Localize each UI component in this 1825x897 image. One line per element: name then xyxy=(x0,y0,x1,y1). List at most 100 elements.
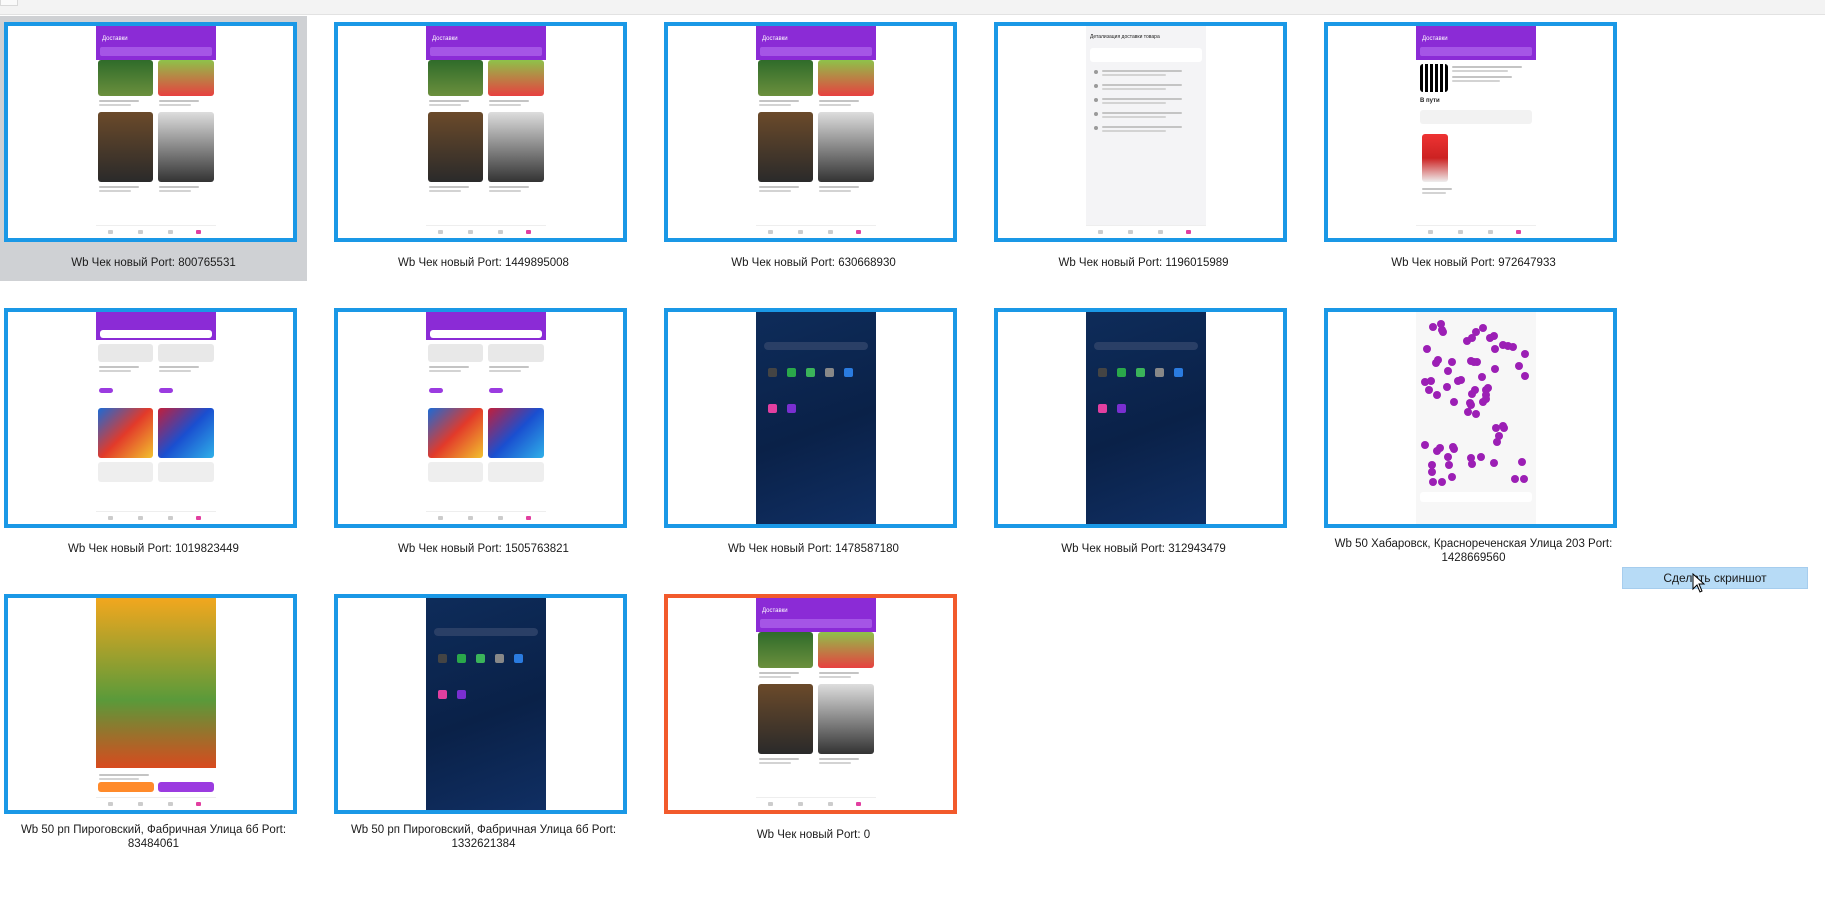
device-thumbnail[interactable]: Доставки xyxy=(334,22,627,242)
map-marker-icon[interactable] xyxy=(1438,477,1447,486)
home-screen-background xyxy=(1086,312,1206,524)
nav-icon xyxy=(856,802,861,806)
product-hero-image xyxy=(96,598,216,768)
map-marker-icon[interactable] xyxy=(1476,452,1485,461)
device-thumbnail[interactable] xyxy=(994,308,1287,528)
phone-header: Доставки xyxy=(1416,26,1536,60)
device-cell[interactable]: Wb Чек новый Port: 1478587180 xyxy=(660,302,967,567)
app-icon[interactable] xyxy=(1098,368,1107,377)
device-cell[interactable]: Доставки Wb Чек новый Port: 1449895008 xyxy=(330,16,637,281)
device-cell[interactable]: Wb 50 Хабаровск, Краснореченская Улица 2… xyxy=(1320,302,1627,567)
app-icon[interactable] xyxy=(825,368,834,377)
app-icon[interactable] xyxy=(1136,368,1145,377)
app-icon[interactable] xyxy=(768,404,777,413)
device-caption: Wb Чек новый Port: 1196015989 xyxy=(1058,257,1229,269)
app-icon[interactable] xyxy=(1117,404,1126,413)
map-marker-icon[interactable] xyxy=(1494,431,1503,440)
device-thumbnail[interactable]: Доставки xyxy=(664,22,957,242)
device-thumbnail[interactable] xyxy=(334,594,627,814)
map-marker-icon[interactable] xyxy=(1486,333,1495,342)
app-icon[interactable] xyxy=(844,368,853,377)
device-caption: Wb Чек новый Port: 1449895008 xyxy=(398,257,569,269)
product-image xyxy=(158,344,214,362)
device-thumbnail[interactable] xyxy=(1324,308,1617,528)
device-thumbnail[interactable] xyxy=(334,308,627,528)
device-cell[interactable]: Детализация доставки товара Wb Чек новый … xyxy=(990,16,1297,281)
app-icon[interactable] xyxy=(438,654,447,663)
map-marker-icon[interactable] xyxy=(1447,357,1456,366)
product-image xyxy=(98,60,153,96)
device-cell[interactable]: Wb 50 рп Пироговский, Фабричная Улица 6б… xyxy=(330,588,637,853)
nav-icon xyxy=(828,802,833,806)
map-marker-icon[interactable] xyxy=(1422,344,1431,353)
app-icon[interactable] xyxy=(495,654,504,663)
map-marker-icon[interactable] xyxy=(1428,323,1437,332)
nav-icon xyxy=(138,230,143,234)
text-line xyxy=(819,762,851,764)
top-tab[interactable] xyxy=(0,0,18,6)
device-cell[interactable]: Wb 50 рп Пироговский, Фабричная Улица 6б… xyxy=(0,588,307,853)
app-icon[interactable] xyxy=(787,368,796,377)
device-thumbnail[interactable] xyxy=(4,308,297,528)
device-cell[interactable]: Wb Чек новый Port: 1505763821 xyxy=(330,302,637,567)
app-icon[interactable] xyxy=(514,654,523,663)
device-cell[interactable]: Wb Чек новый Port: 1019823449 xyxy=(0,302,307,567)
map-marker-icon[interactable] xyxy=(1519,475,1528,484)
banner-image xyxy=(488,408,544,458)
app-icon[interactable] xyxy=(457,654,466,663)
app-icon[interactable] xyxy=(1117,368,1126,377)
phone-header: Доставки xyxy=(96,26,216,60)
app-icon[interactable] xyxy=(1174,368,1183,377)
nav-icon xyxy=(138,516,143,520)
map-marker-icon[interactable] xyxy=(1518,457,1527,466)
text-line xyxy=(759,758,799,760)
device-thumbnail[interactable]: Детализация доставки товара xyxy=(994,22,1287,242)
device-thumbnail[interactable] xyxy=(664,308,957,528)
product-image xyxy=(758,112,813,182)
app-icon[interactable] xyxy=(476,654,485,663)
device-thumbnail[interactable]: Доставки xyxy=(664,594,957,814)
device-thumbnail[interactable] xyxy=(4,594,297,814)
map-marker-icon[interactable] xyxy=(1469,357,1478,366)
take-screenshot-button[interactable]: Сделать скриншот xyxy=(1622,567,1808,589)
map-marker-icon[interactable] xyxy=(1449,398,1458,407)
app-icon[interactable] xyxy=(1155,368,1164,377)
device-cell[interactable]: Wb Чек новый Port: 312943479 xyxy=(990,302,1297,567)
text-line xyxy=(819,676,851,678)
map-marker-icon[interactable] xyxy=(1432,391,1441,400)
map-marker-icon[interactable] xyxy=(1426,376,1435,385)
status-dot xyxy=(1094,112,1098,116)
text-line xyxy=(1102,112,1182,114)
device-cell[interactable]: Доставки Wb Чек новый Port: 800765531 xyxy=(0,16,307,281)
app-icon[interactable] xyxy=(806,368,815,377)
device-cell[interactable]: Доставки Wb Чек новый Port: 0 xyxy=(660,588,967,853)
catalog-search xyxy=(100,330,212,338)
device-cell[interactable]: Доставки Wb Чек новый Port: 630668930 xyxy=(660,16,967,281)
device-cell[interactable]: Доставки В пути Wb Чек новый Port: 9726479… xyxy=(1320,16,1627,281)
map-marker-icon[interactable] xyxy=(1420,441,1429,449)
map-marker-icon[interactable] xyxy=(1448,442,1457,451)
map-marker-icon[interactable] xyxy=(1425,385,1434,394)
phone-header: Доставки xyxy=(756,598,876,632)
map-marker-icon[interactable] xyxy=(1510,474,1519,483)
phone-screen: Доставки xyxy=(756,598,876,810)
app-icon[interactable] xyxy=(438,690,447,699)
app-icon[interactable] xyxy=(1098,404,1107,413)
status-bar xyxy=(99,28,213,32)
device-caption: Wb Чек новый Port: 312943479 xyxy=(1061,543,1226,555)
map-marker-icon[interactable] xyxy=(1470,386,1479,395)
text-line xyxy=(759,676,791,678)
map-marker-icon[interactable] xyxy=(1442,382,1451,391)
text-line xyxy=(1102,74,1166,76)
text-line xyxy=(1102,98,1182,100)
map-marker-icon[interactable] xyxy=(1468,459,1477,468)
app-icon[interactable] xyxy=(768,368,777,377)
map-marker-icon[interactable] xyxy=(1471,409,1480,418)
device-thumbnail[interactable]: Доставки xyxy=(4,22,297,242)
app-icon[interactable] xyxy=(457,690,466,699)
map-marker-icon[interactable] xyxy=(1477,372,1486,381)
device-thumbnail[interactable]: Доставки В пути xyxy=(1324,22,1617,242)
app-icon[interactable] xyxy=(787,404,796,413)
phone-search-bar xyxy=(100,47,212,56)
map-marker-icon[interactable] xyxy=(1503,341,1512,350)
